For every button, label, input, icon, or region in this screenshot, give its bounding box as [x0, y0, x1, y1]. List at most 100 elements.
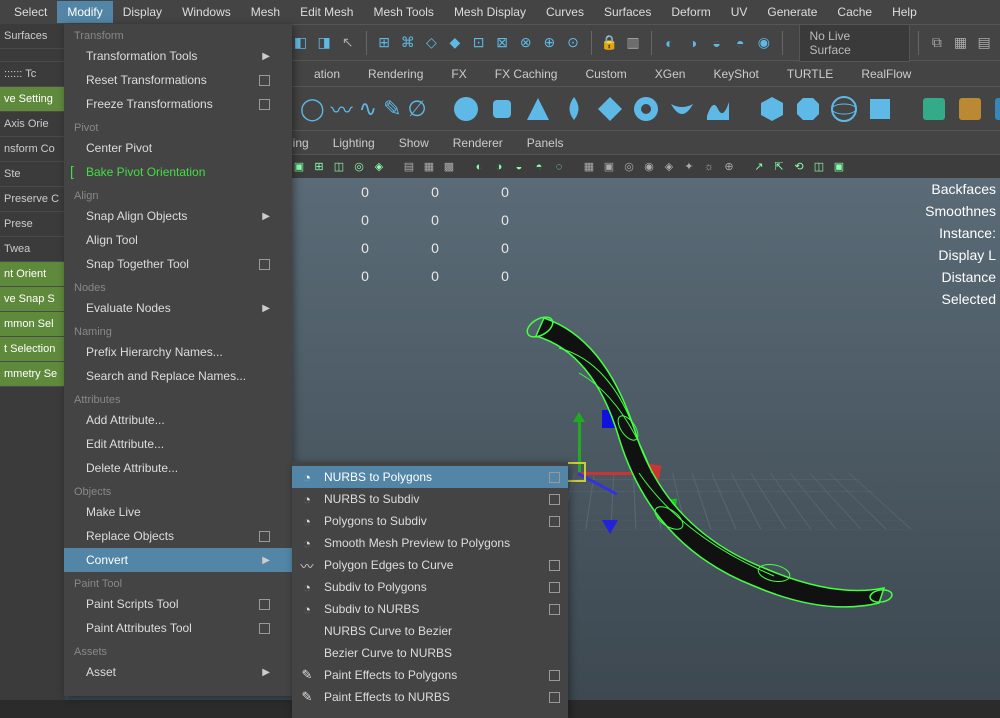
menu-item-snap-together-tool[interactable]: Snap Together Tool — [64, 252, 292, 276]
vp-icon[interactable]: ◫ — [810, 158, 828, 176]
vp-icon[interactable]: ◈ — [660, 158, 678, 176]
torus-icon[interactable] — [631, 92, 661, 126]
tool-icon[interactable]: ◨ — [314, 31, 334, 55]
submenu-item-paint-effects-to-polygons[interactable]: ✎Paint Effects to Polygons — [292, 664, 568, 686]
snap-icon[interactable]: ◇ — [422, 31, 442, 55]
menu-item-convert[interactable]: Convert▶ — [64, 548, 292, 572]
vp-icon[interactable]: ▦ — [420, 158, 438, 176]
vp-icon[interactable]: ◫ — [330, 158, 348, 176]
vp-icon[interactable]: ✦ — [680, 158, 698, 176]
mesh-sphere-icon[interactable] — [829, 92, 859, 126]
layout-icon[interactable]: ▦ — [951, 31, 971, 55]
options-box-icon[interactable] — [259, 531, 270, 542]
left-item[interactable]: Prese — [0, 212, 65, 237]
shelf-icon[interactable] — [919, 92, 949, 126]
vp-menu-renderer[interactable]: Renderer — [447, 134, 509, 152]
menu-item-edit-attribute-[interactable]: Edit Attribute... — [64, 432, 292, 456]
submenu-item-paint-effects-to-nurbs[interactable]: ✎Paint Effects to NURBS — [292, 686, 568, 708]
menu-cache[interactable]: Cache — [827, 1, 882, 23]
left-item[interactable]: :::::: Tc — [0, 62, 65, 87]
left-item[interactable]: Surfaces — [0, 24, 65, 49]
left-item[interactable]: nt Orient — [0, 262, 65, 287]
menu-item-center-pivot[interactable]: Center Pivot — [64, 136, 292, 160]
submenu-item-smooth-mesh-preview-to-polygons[interactable]: ◔Smooth Mesh Preview to Polygons — [292, 532, 568, 554]
shelf-icon[interactable]: ✎ — [383, 92, 401, 126]
shelf-icon[interactable]: ∅ — [408, 92, 427, 126]
vp-menu-panels[interactable]: Panels — [521, 134, 570, 152]
oct-icon[interactable] — [793, 92, 823, 126]
menu-mesh-tools[interactable]: Mesh Tools — [363, 1, 443, 23]
left-item[interactable]: Axis Orie — [0, 112, 65, 137]
options-box-icon[interactable] — [259, 75, 270, 86]
sym-icon[interactable]: ◉ — [754, 31, 774, 55]
menu-item-snap-align-objects[interactable]: Snap Align Objects▶ — [64, 204, 292, 228]
vp-icon[interactable]: ▣ — [830, 158, 848, 176]
menu-item-align-tool[interactable]: Align Tool — [64, 228, 292, 252]
vp-icon[interactable]: ▤ — [400, 158, 418, 176]
vp-icon[interactable]: ▣ — [290, 158, 308, 176]
shelf-tab-custom[interactable]: Custom — [571, 62, 640, 86]
submenu-item-subdiv-to-nurbs[interactable]: ◔Subdiv to NURBS — [292, 598, 568, 620]
vp-icon[interactable]: ⟲ — [790, 158, 808, 176]
left-item[interactable]: Ste — [0, 162, 65, 187]
menu-item-evaluate-nodes[interactable]: Evaluate Nodes▶ — [64, 296, 292, 320]
menu-item-paint-scripts-tool[interactable]: Paint Scripts Tool — [64, 592, 292, 616]
shelf-icon[interactable]: 〰 — [331, 92, 353, 126]
vp-icon[interactable]: ⊞ — [310, 158, 328, 176]
snap-icon[interactable]: ◆ — [445, 31, 465, 55]
shelf-tab-fx[interactable]: FX — [437, 62, 480, 86]
shelf-icon[interactable]: ◯ — [300, 92, 325, 126]
options-box-icon[interactable] — [549, 516, 560, 527]
menu-item-asset[interactable]: Asset▶ — [64, 660, 292, 684]
nurbs-tube-object[interactable] — [524, 308, 904, 611]
shelf-tab-rendering[interactable]: Rendering — [354, 62, 437, 86]
menu-mesh-display[interactable]: Mesh Display — [444, 1, 536, 23]
menu-windows[interactable]: Windows — [172, 1, 241, 23]
vp-icon[interactable]: ▩ — [440, 158, 458, 176]
options-box-icon[interactable] — [549, 670, 560, 681]
sym-icon[interactable]: ◒ — [707, 31, 727, 55]
vp-icon[interactable]: ◉ — [640, 158, 658, 176]
chevron-down-icon[interactable]: ▥ — [623, 31, 643, 55]
left-item[interactable]: ve Setting — [0, 87, 65, 112]
submenu-item-bezier-curve-to-nurbs[interactable]: Bezier Curve to NURBS — [292, 642, 568, 664]
sym-icon[interactable]: ◑ — [683, 31, 703, 55]
submenu-item-nurbs-to-polygons[interactable]: ◔NURBS to Polygons — [292, 466, 568, 488]
left-item[interactable]: ve Snap S — [0, 287, 65, 312]
menu-item-delete-attribute-[interactable]: Delete Attribute... — [64, 456, 292, 480]
cone-icon[interactable] — [523, 92, 553, 126]
shelf-tab-ation[interactable]: ation — [300, 62, 354, 86]
shelf-tab-realflow[interactable]: RealFlow — [847, 62, 925, 86]
snap-icon[interactable]: ⊙ — [563, 31, 583, 55]
submenu-item-polygons-to-subdiv[interactable]: ◔Polygons to Subdiv — [292, 510, 568, 532]
left-item[interactable]: mmon Sel — [0, 312, 65, 337]
vp-icon[interactable]: ☼ — [700, 158, 718, 176]
left-item[interactable]: nsform Co — [0, 137, 65, 162]
vp-icon[interactable]: ◈ — [370, 158, 388, 176]
menu-item-paint-attributes-tool[interactable]: Paint Attributes Tool — [64, 616, 292, 640]
vp-icon[interactable]: ◐ — [470, 158, 488, 176]
menu-item-transformation-tools[interactable]: Transformation Tools▶ — [64, 44, 292, 68]
snap-icon[interactable]: ⊗ — [516, 31, 536, 55]
vp-icon[interactable]: ⇱ — [770, 158, 788, 176]
left-item[interactable]: Preserve C — [0, 187, 65, 212]
layout-icon[interactable]: ⧉ — [927, 31, 947, 55]
options-box-icon[interactable] — [259, 623, 270, 634]
menu-item-make-live[interactable]: Make Live — [64, 500, 292, 524]
menu-curves[interactable]: Curves — [536, 1, 594, 23]
lock-icon[interactable]: 🔒 — [600, 31, 620, 55]
submenu-item-polygon-edges-to-curve[interactable]: 〰Polygon Edges to Curve — [292, 554, 568, 576]
vp-menu-show[interactable]: Show — [393, 134, 435, 152]
options-box-icon[interactable] — [549, 604, 560, 615]
shelf-icon[interactable] — [955, 92, 985, 126]
snap-icon[interactable]: ⊕ — [540, 31, 560, 55]
menu-edit-mesh[interactable]: Edit Mesh — [290, 1, 363, 23]
vp-menu-lighting[interactable]: Lighting — [327, 134, 381, 152]
live-surface-field[interactable]: No Live Surface — [799, 24, 911, 62]
shelf-tab-turtle[interactable]: TURTLE — [773, 62, 847, 86]
sphere-icon[interactable] — [451, 92, 481, 126]
cylinder-icon[interactable] — [487, 92, 517, 126]
menu-mesh[interactable]: Mesh — [241, 1, 290, 23]
submenu-item-nurbs-curve-to-bezier[interactable]: NURBS Curve to Bezier — [292, 620, 568, 642]
shelf-tab-fx caching[interactable]: FX Caching — [481, 62, 572, 86]
